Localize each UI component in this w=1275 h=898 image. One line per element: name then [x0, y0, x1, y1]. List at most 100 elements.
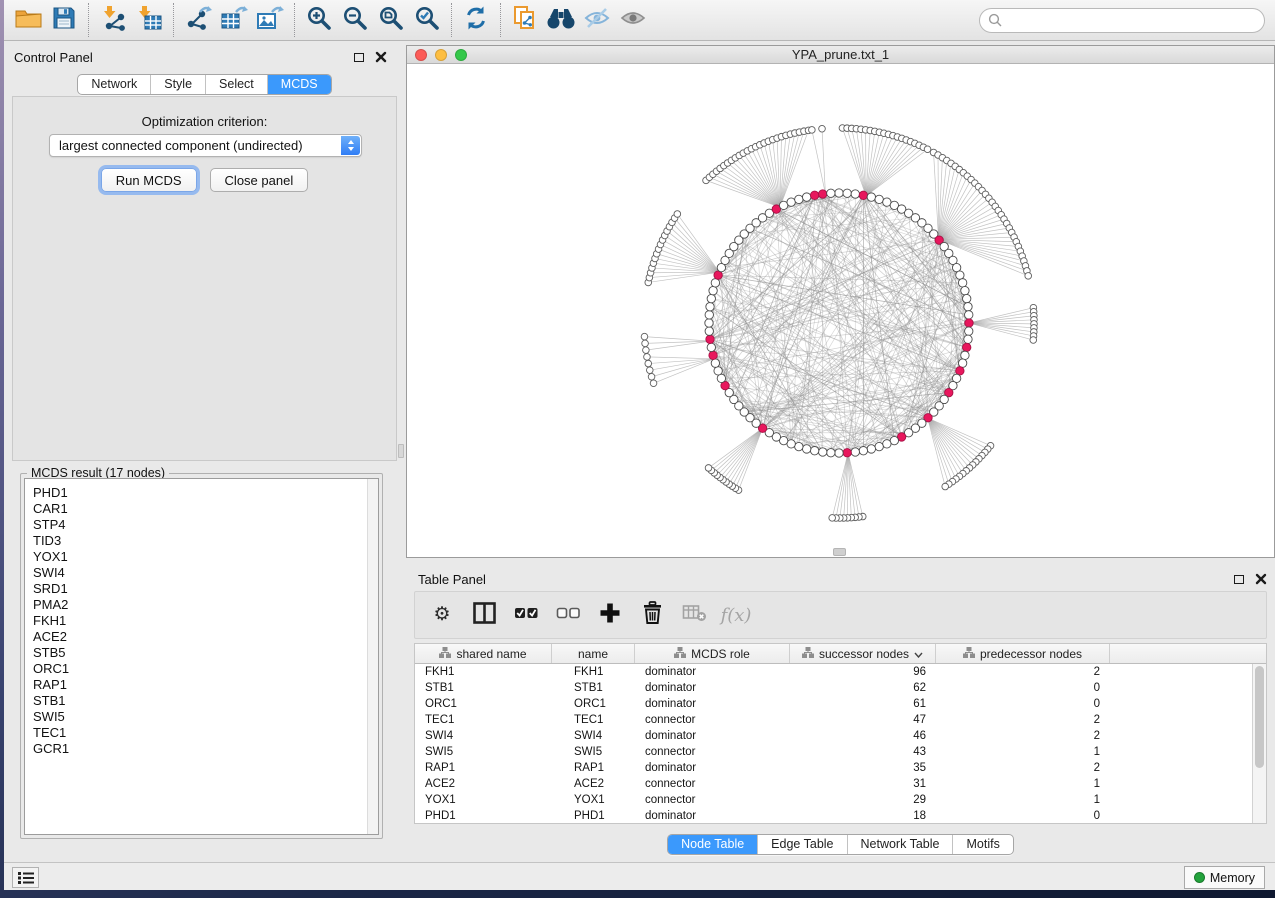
mcds-node[interactable] [859, 191, 867, 199]
leaf-node[interactable] [648, 373, 655, 380]
mcds-result-item[interactable]: SWI5 [25, 709, 378, 725]
mcds-node[interactable] [965, 319, 973, 327]
network-node[interactable] [961, 286, 969, 294]
mcds-result-item[interactable]: RAP1 [25, 677, 378, 693]
close-panel-icon[interactable] [375, 51, 387, 63]
mcds-node[interactable] [709, 351, 717, 359]
mcds-result-item[interactable]: TEC1 [25, 725, 378, 741]
mcds-list-scrollbar[interactable] [367, 479, 378, 834]
leaf-node[interactable] [645, 360, 652, 367]
show-all-button[interactable] [615, 3, 651, 37]
network-node[interactable] [835, 449, 843, 457]
leaf-node[interactable] [642, 340, 649, 347]
zoom-fit-button[interactable] [373, 3, 409, 37]
table-row[interactable]: SWI4SWI4dominator462 [415, 728, 1266, 744]
network-window-titlebar[interactable]: YPA_prune.txt_1 [407, 46, 1274, 64]
zoom-window-icon[interactable] [455, 49, 467, 61]
column-header-MCDS-role[interactable]: MCDS role [635, 644, 790, 663]
network-node[interactable] [964, 303, 972, 311]
tab-edge-table[interactable]: Edge Table [757, 835, 846, 854]
network-node[interactable] [827, 449, 835, 457]
leaf-node[interactable] [1030, 337, 1037, 344]
tab-mcds[interactable]: MCDS [267, 75, 331, 94]
network-node[interactable] [965, 311, 973, 319]
leaf-node[interactable] [646, 367, 653, 374]
show-columns-button[interactable] [473, 602, 495, 629]
tab-select[interactable]: Select [205, 75, 267, 94]
mcds-node[interactable] [962, 343, 970, 351]
network-node[interactable] [875, 195, 883, 203]
network-node[interactable] [867, 445, 875, 453]
memory-button[interactable]: Memory [1184, 866, 1265, 889]
table-row[interactable]: RAP1RAP1dominator352 [415, 760, 1266, 776]
network-node[interactable] [961, 351, 969, 359]
select-all-button[interactable] [515, 603, 537, 628]
mcds-node[interactable] [706, 335, 714, 343]
mcds-result-item[interactable]: PMA2 [25, 597, 378, 613]
leaf-node[interactable] [705, 465, 712, 472]
mcds-result-item[interactable]: STB1 [25, 693, 378, 709]
network-node[interactable] [711, 359, 719, 367]
network-node[interactable] [958, 279, 966, 287]
column-header-name[interactable]: name [552, 644, 635, 663]
network-node[interactable] [705, 327, 713, 335]
mcds-result-item[interactable]: GCR1 [25, 741, 378, 757]
network-node[interactable] [883, 440, 891, 448]
mcds-result-item[interactable]: TID3 [25, 533, 378, 549]
tab-network[interactable]: Network [78, 75, 150, 94]
mcds-node[interactable] [810, 191, 818, 199]
open-file-button[interactable] [10, 3, 46, 37]
network-node[interactable] [711, 279, 719, 287]
leaf-node[interactable] [644, 354, 651, 361]
leaf-node[interactable] [641, 333, 648, 340]
mcds-result-item[interactable]: SWI4 [25, 565, 378, 581]
save-session-button[interactable] [46, 3, 82, 37]
vertical-splitter-handle[interactable] [398, 444, 404, 458]
network-node[interactable] [819, 448, 827, 456]
mcds-result-item[interactable]: SRD1 [25, 581, 378, 597]
network-node[interactable] [859, 446, 867, 454]
network-node[interactable] [802, 193, 810, 201]
leaf-node[interactable] [829, 515, 836, 522]
network-node[interactable] [705, 311, 713, 319]
optimization-criterion-select[interactable]: largest connected component (undirected) [49, 134, 362, 157]
export-table-button[interactable] [216, 3, 252, 37]
mcds-result-item[interactable]: ORC1 [25, 661, 378, 677]
leaf-node[interactable] [924, 146, 931, 153]
leaf-node[interactable] [643, 347, 650, 354]
zoom-selected-button[interactable] [409, 3, 445, 37]
network-node[interactable] [706, 303, 714, 311]
network-node[interactable] [965, 327, 973, 335]
table-row[interactable]: FKH1FKH1dominator962 [415, 664, 1266, 680]
network-node[interactable] [787, 198, 795, 206]
network-node[interactable] [851, 448, 859, 456]
network-node[interactable] [795, 442, 803, 450]
mcds-node[interactable] [843, 449, 851, 457]
close-table-panel-icon[interactable] [1255, 573, 1267, 585]
first-neighbors-button[interactable] [543, 3, 579, 37]
network-node[interactable] [962, 294, 970, 302]
close-panel-button[interactable]: Close panel [210, 168, 309, 192]
table-row[interactable]: ACE2ACE2connector311 [415, 776, 1266, 792]
mcds-result-item[interactable]: YOX1 [25, 549, 378, 565]
zoom-in-button[interactable] [301, 3, 337, 37]
column-header-shared-name[interactable]: shared name [415, 644, 552, 663]
network-node[interactable] [707, 343, 715, 351]
column-header-successor-nodes[interactable]: successor nodes [790, 644, 936, 663]
network-node[interactable] [707, 294, 715, 302]
table-row[interactable]: YOX1YOX1connector291 [415, 792, 1266, 808]
network-node[interactable] [851, 190, 859, 198]
task-history-button[interactable] [12, 867, 39, 888]
table-settings-button[interactable]: ⚙ [431, 605, 453, 625]
network-node[interactable] [810, 446, 818, 454]
network-node[interactable] [714, 367, 722, 375]
network-node[interactable] [795, 195, 803, 203]
network-node[interactable] [964, 335, 972, 343]
tab-node-table[interactable]: Node Table [668, 835, 757, 854]
mcds-node[interactable] [819, 190, 827, 198]
tab-network-table[interactable]: Network Table [847, 835, 953, 854]
table-row[interactable]: PHD1PHD1dominator180 [415, 808, 1266, 824]
import-table-button[interactable] [131, 3, 167, 37]
leaf-node[interactable] [809, 127, 816, 134]
search-input[interactable] [979, 8, 1265, 33]
